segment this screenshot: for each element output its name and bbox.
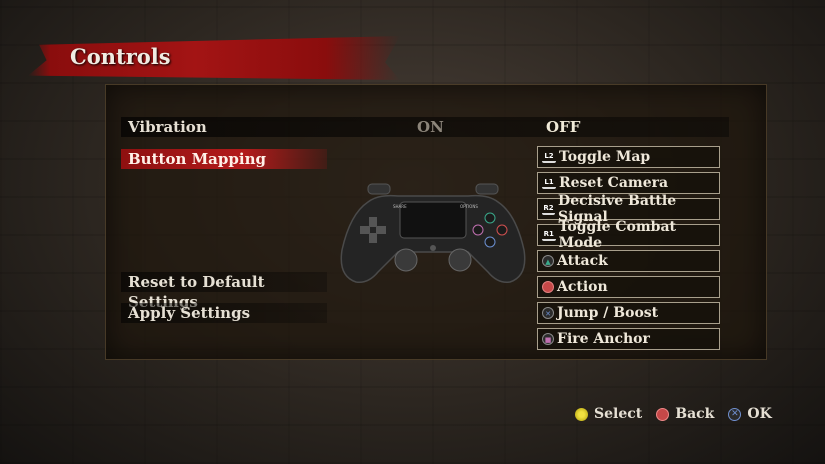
triangle-button-icon: ▲ <box>542 255 554 267</box>
vibration-label: Vibration <box>128 118 207 136</box>
controller-illustration: SHARE OPTIONS <box>340 183 526 284</box>
reset-defaults-item[interactable]: Reset to Default Settings <box>121 272 327 311</box>
square-button-icon: ■ <box>542 333 554 345</box>
vibration-off-option[interactable]: OFF <box>546 118 580 136</box>
cross-button-icon: ✕ <box>728 407 742 421</box>
mapping-row[interactable]: R2 Decisive Battle Signal <box>537 193 720 225</box>
mapping-action-label: Attack <box>557 253 608 269</box>
mapping-action-label: Jump / Boost <box>557 305 659 321</box>
l1-bumper-icon: L1 <box>542 178 556 189</box>
dpad-icon <box>575 407 588 421</box>
right-stick <box>448 248 472 272</box>
touchpad <box>399 201 467 239</box>
mapping-action-label: Action <box>557 279 608 295</box>
cross-button-icon: ✕ <box>542 307 554 319</box>
page-title: Controls <box>70 44 171 69</box>
ps-button <box>430 245 436 251</box>
mapping-row[interactable]: Action <box>537 276 720 298</box>
mapping-action-label: Toggle Map <box>559 149 651 165</box>
back-hint[interactable]: Back <box>675 406 714 422</box>
options-label: OPTIONS <box>460 204 478 209</box>
l2-trigger-icon: L2 <box>542 152 556 163</box>
mapping-row[interactable]: L1 Reset Camera <box>537 172 720 194</box>
mapping-row[interactable]: ■ Fire Anchor <box>537 328 720 350</box>
apply-settings-item[interactable]: Apply Settings <box>121 303 327 323</box>
mapping-row[interactable]: R1 Toggle Combat Mode <box>537 219 720 251</box>
mapping-row[interactable]: ✕ Jump / Boost <box>537 302 720 324</box>
mapping-action-label: Toggle Combat Mode <box>558 219 676 251</box>
circle-button-icon <box>656 407 670 421</box>
select-hint[interactable]: Select <box>594 406 642 422</box>
vibration-on-option[interactable]: ON <box>417 118 444 136</box>
mapping-row[interactable]: L2 Toggle Map <box>537 146 720 168</box>
r2-trigger-icon: R2 <box>542 204 556 215</box>
circle-button-icon <box>542 281 554 293</box>
share-label: SHARE <box>393 204 407 209</box>
footer-hints: Select Back ✕ OK <box>575 406 772 422</box>
mapping-row[interactable]: ▲ Attack <box>537 250 720 272</box>
ok-hint[interactable]: OK <box>747 406 771 422</box>
button-mapping-item[interactable]: Button Mapping <box>121 149 327 169</box>
left-stick <box>394 248 418 272</box>
mapping-action-label: Reset Camera <box>559 175 669 191</box>
r1-bumper-icon: R1 <box>542 230 556 241</box>
mapping-action-label: Fire Anchor <box>557 331 650 347</box>
